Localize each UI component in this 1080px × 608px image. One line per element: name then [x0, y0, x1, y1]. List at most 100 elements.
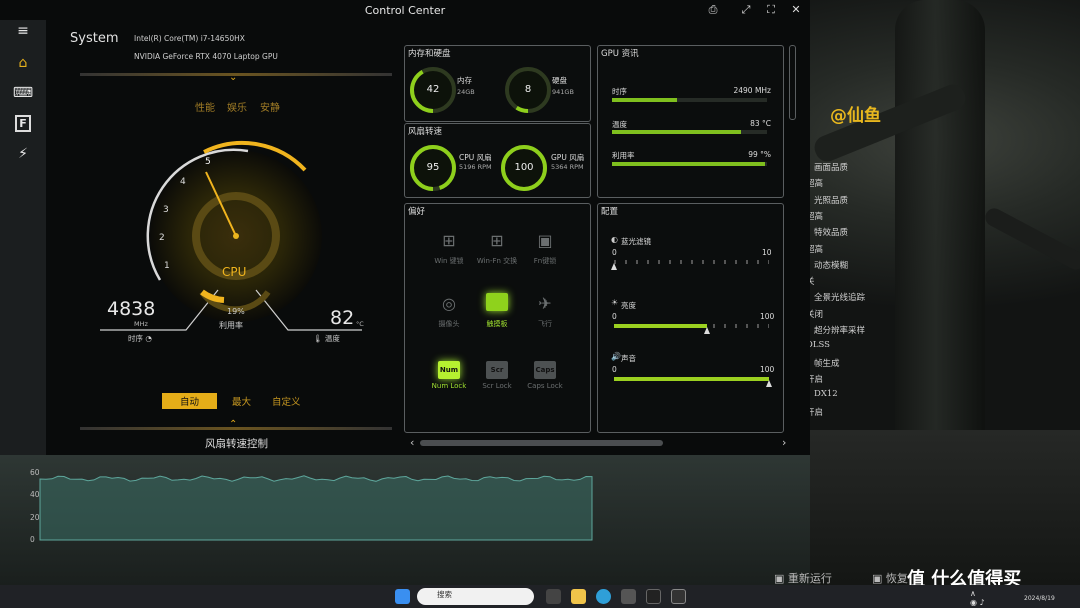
volume-max: 100 [760, 365, 775, 374]
mode-performance[interactable]: 性能 [191, 98, 219, 115]
game-menu-item[interactable]: 特效品质 [814, 226, 848, 238]
num-lock-icon: Num [438, 356, 460, 379]
thermometer-icon: 🌡 [313, 334, 323, 343]
fn-lock-icon: ▣ [537, 231, 553, 250]
cpu-temp-unit: °C [356, 320, 364, 328]
sidebar: ≡ ⌂ ⌨ F ⚡ [0, 20, 46, 455]
volume-label: 声音 [621, 354, 636, 363]
tray-icons[interactable]: ∧ ◉ ♪ [970, 589, 985, 607]
blue-light-icon: ◐ [611, 235, 618, 244]
gauge-tick-label: 2 [159, 233, 165, 243]
mode-quiet[interactable]: 安静 [256, 98, 284, 115]
clock-label: 时序 ◔ [128, 334, 152, 343]
title-bar: Control Center ⎙ ⤢ ⛶ ✕ [0, 0, 810, 20]
fan-mode-custom[interactable]: 自定义 [268, 393, 305, 409]
blue-light-max: 10 [762, 248, 772, 257]
scroll-left-icon[interactable]: ‹ [410, 436, 414, 449]
ram-gauge: 42 [408, 65, 458, 115]
gpu-fan-rpm: 5364 RPM [551, 163, 584, 171]
overlay-tick-label: 40 [30, 490, 40, 499]
touchpad-icon [486, 293, 508, 315]
dashboard-icon[interactable]: ⌂ [8, 52, 38, 74]
win-fn-swap-icon: ⊞ [490, 231, 504, 250]
volume-slider[interactable] [614, 377, 772, 387]
chevron-up-icon[interactable]: ⌃ [229, 419, 237, 430]
blue-light-slider[interactable] [611, 260, 769, 270]
airplane-mode-toggle[interactable]: ✈ 飞行 [511, 293, 579, 329]
game-menu-item[interactable]: 动态模糊 [814, 259, 848, 271]
overlay-tick-label: 0 [30, 535, 35, 544]
menu-icon[interactable]: ≡ [8, 20, 38, 42]
disk-size: 941GB [552, 88, 574, 96]
resize-icon[interactable]: ⤢ [737, 2, 755, 18]
brightness-max: 100 [760, 312, 775, 321]
chevron-down-icon[interactable]: ⌄ [229, 72, 237, 83]
gpu-util-label: 利用率 [612, 151, 635, 160]
caps-lock-toggle[interactable]: Caps Caps Lock [511, 356, 579, 390]
background-ground [810, 430, 1080, 585]
ram-label: 内存 [457, 76, 472, 85]
search-box[interactable] [417, 588, 534, 605]
cpu-fan-label: CPU 风扇 [459, 153, 492, 162]
caps-lock-icon: Caps [534, 356, 556, 379]
gpu-fan-label: GPU 风扇 [551, 153, 585, 162]
preferences-title: 偏好 [408, 207, 426, 217]
brightness-min: 0 [612, 312, 617, 321]
game-icon[interactable] [646, 589, 661, 604]
brightness-slider[interactable] [614, 324, 769, 334]
cpu-usage-value: 19% [227, 307, 245, 316]
taskview-icon[interactable] [546, 589, 561, 604]
scroll-right-icon[interactable]: › [782, 436, 786, 449]
battery-icon[interactable]: ⚡ [8, 143, 38, 165]
ram-value: 42 [426, 84, 440, 95]
search-placeholder: 搜索 [437, 590, 452, 599]
gpu-fan-value: 100 [514, 162, 534, 173]
file-explorer-icon[interactable] [571, 589, 586, 604]
cpu-name: Intel(R) Core(TM) i7-14650HX [134, 34, 245, 43]
export-icon[interactable]: ⎙ [704, 2, 722, 18]
game-menu-item[interactable]: 超分辨率采样 [814, 324, 865, 336]
horizontal-scrollbar[interactable] [420, 440, 663, 446]
control-center-icon[interactable] [671, 589, 686, 604]
start-icon[interactable] [395, 589, 410, 604]
close-icon[interactable]: ✕ [787, 2, 805, 18]
blue-light-min: 0 [612, 248, 617, 257]
overlay-graph [39, 475, 593, 541]
brightness-label: 亮度 [621, 301, 636, 310]
gpu-info-title: GPU 资讯 [601, 49, 639, 59]
edge-icon[interactable] [596, 589, 611, 604]
game-menu-item[interactable]: DX12 [814, 389, 838, 399]
mode-entertainment[interactable]: 娱乐 [223, 98, 251, 115]
blue-light-label: 蓝光滤镜 [621, 237, 651, 246]
keyboard-icon[interactable]: ⌨ [8, 82, 38, 104]
gpu-temp-value: 83 °C [750, 119, 771, 128]
restore-label[interactable]: ▣ 恢复 [872, 570, 908, 586]
disk-value: 8 [524, 84, 532, 95]
function-icon[interactable]: F [8, 112, 38, 134]
brightness-icon: ☀ [611, 298, 619, 307]
game-menu-item[interactable]: 全景光线追踪 [814, 291, 865, 303]
cpu-fan-gauge: 95 [408, 143, 458, 193]
fn-lock-toggle[interactable]: ▣ Fn键锁 [511, 230, 579, 266]
gpu-clock-value: 2490 MHz [733, 86, 771, 95]
fullscreen-icon[interactable]: ⛶ [762, 2, 780, 18]
volume-icon: 🔊 [611, 352, 621, 361]
rerun-label[interactable]: ▣ 重新运行 [774, 570, 832, 586]
scroll-lock-icon: Scr [486, 356, 508, 379]
taskbar-date: 2024/8/19 [1024, 595, 1055, 602]
gpu-clock-label: 时序 [612, 87, 627, 96]
watermark-handle: @仙鱼 [830, 106, 881, 126]
speedometer-icon: ◔ [145, 334, 152, 343]
cpu-usage-label: 利用率 [219, 321, 243, 330]
game-menu-item[interactable]: 帧生成 [814, 357, 840, 369]
gpu-util-bar [612, 162, 767, 166]
game-menu-item[interactable]: 画面品质 [814, 161, 848, 173]
taskbar: ∧ ◉ ♪ [0, 585, 1080, 608]
gpu-clock-bar [612, 98, 767, 102]
store-icon[interactable] [621, 589, 636, 604]
game-menu-item[interactable]: 光照品质 [814, 194, 848, 206]
cpu-clock-value: 4838 [107, 298, 156, 320]
fan-mode-max[interactable]: 最大 [228, 393, 255, 409]
fan-mode-auto[interactable]: 自动 [162, 393, 218, 409]
gpu-util-value: 99 °% [748, 150, 771, 159]
